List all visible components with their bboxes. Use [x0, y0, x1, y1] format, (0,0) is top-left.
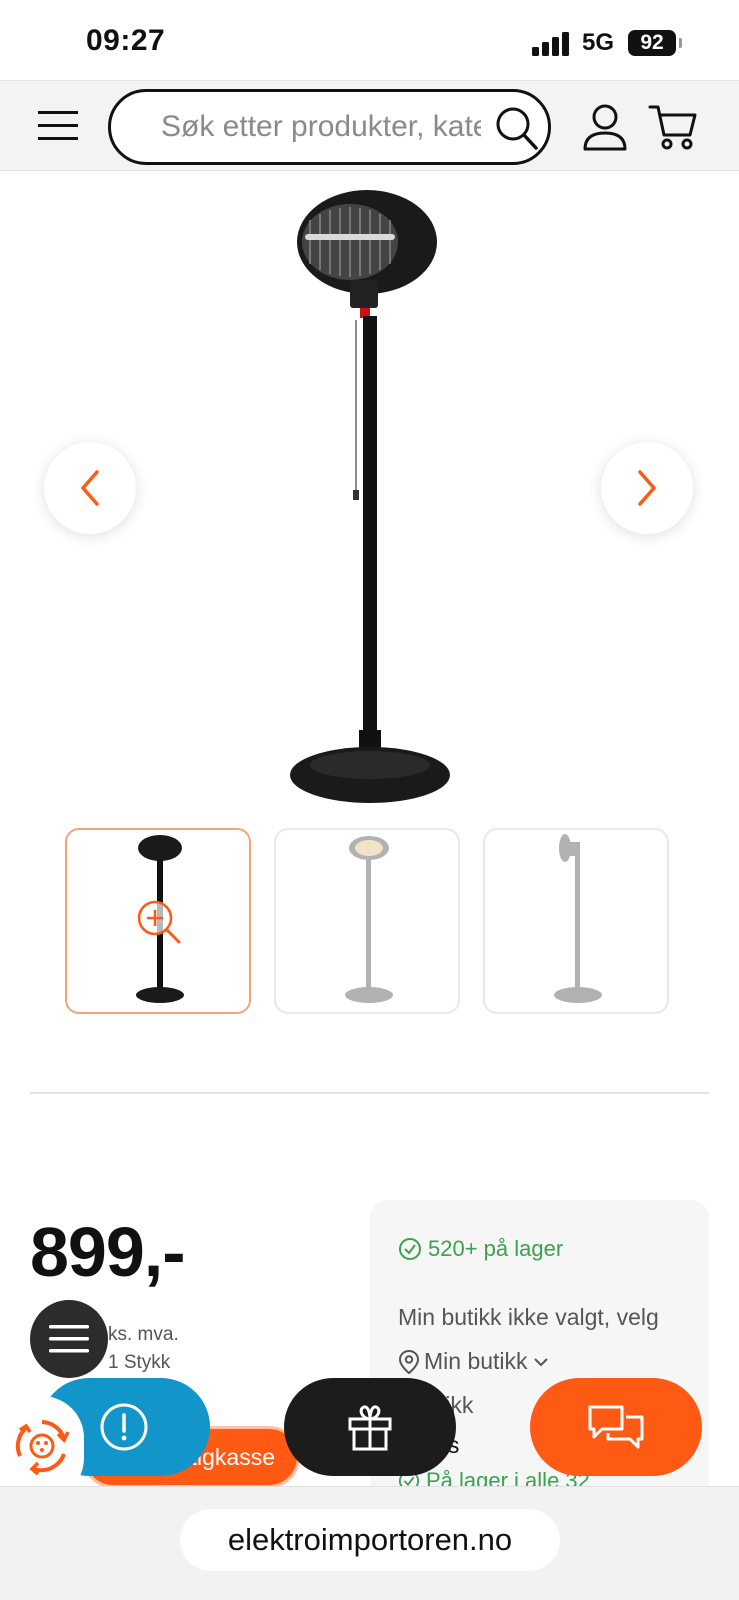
store-prompt: Min butikk ikke valgt, velg	[398, 1304, 659, 1330]
hamburger-menu-icon[interactable]	[38, 107, 80, 143]
next-image-button[interactable]	[601, 442, 693, 534]
battery-tip	[679, 38, 682, 48]
gift-icon	[348, 1405, 392, 1451]
thumbnail-3[interactable]	[483, 828, 669, 1014]
hamburger-menu-icon	[49, 1325, 89, 1353]
url-field[interactable]: elektroimportoren.no	[180, 1509, 560, 1571]
site-header	[0, 80, 739, 171]
search-box[interactable]	[108, 89, 551, 165]
chevron-left-icon	[81, 470, 99, 506]
info-exclamation-icon	[100, 1403, 148, 1451]
status-time: 09:27	[86, 24, 166, 57]
unit-note: 1 Stykk	[108, 1352, 171, 1373]
battery-icon: 92	[628, 30, 676, 56]
product-image[interactable]	[255, 190, 485, 820]
chat-button[interactable]	[530, 1378, 702, 1476]
thumbnail-2[interactable]	[274, 828, 460, 1014]
recycle-widget[interactable]	[0, 1396, 84, 1500]
product-price: 899,-	[30, 1213, 186, 1291]
floating-menu-button[interactable]	[30, 1300, 108, 1378]
browser-address-bar: elektroimportoren.no	[0, 1486, 739, 1600]
gift-button[interactable]	[284, 1378, 456, 1476]
stock-status-text: 520+ på lager	[428, 1236, 564, 1261]
status-bar: 09:27 5G 92	[0, 0, 739, 80]
signal-icon	[532, 32, 572, 56]
chevron-right-icon	[638, 470, 656, 506]
thumbnail-1[interactable]	[65, 828, 251, 1014]
chevron-down-icon	[533, 1357, 548, 1366]
vat-note: ks. mva.	[108, 1324, 179, 1345]
search-input[interactable]	[161, 106, 481, 148]
store-select-label: Min butikk	[424, 1348, 528, 1374]
store-select[interactable]: Min butikk	[398, 1348, 550, 1375]
stock-status: 520+ på lager	[398, 1236, 563, 1262]
chat-bubbles-icon	[588, 1405, 644, 1449]
search-icon[interactable]	[495, 106, 539, 152]
location-pin-icon	[398, 1349, 420, 1374]
check-circle-icon	[399, 1238, 421, 1260]
zoom-icon	[137, 900, 181, 944]
recycle-icon	[15, 1420, 70, 1476]
previous-image-button[interactable]	[44, 442, 136, 534]
shopping-cart-icon[interactable]	[648, 103, 698, 151]
section-divider	[30, 1092, 709, 1094]
network-label: 5G	[582, 29, 615, 56]
user-account-icon[interactable]	[582, 103, 628, 151]
